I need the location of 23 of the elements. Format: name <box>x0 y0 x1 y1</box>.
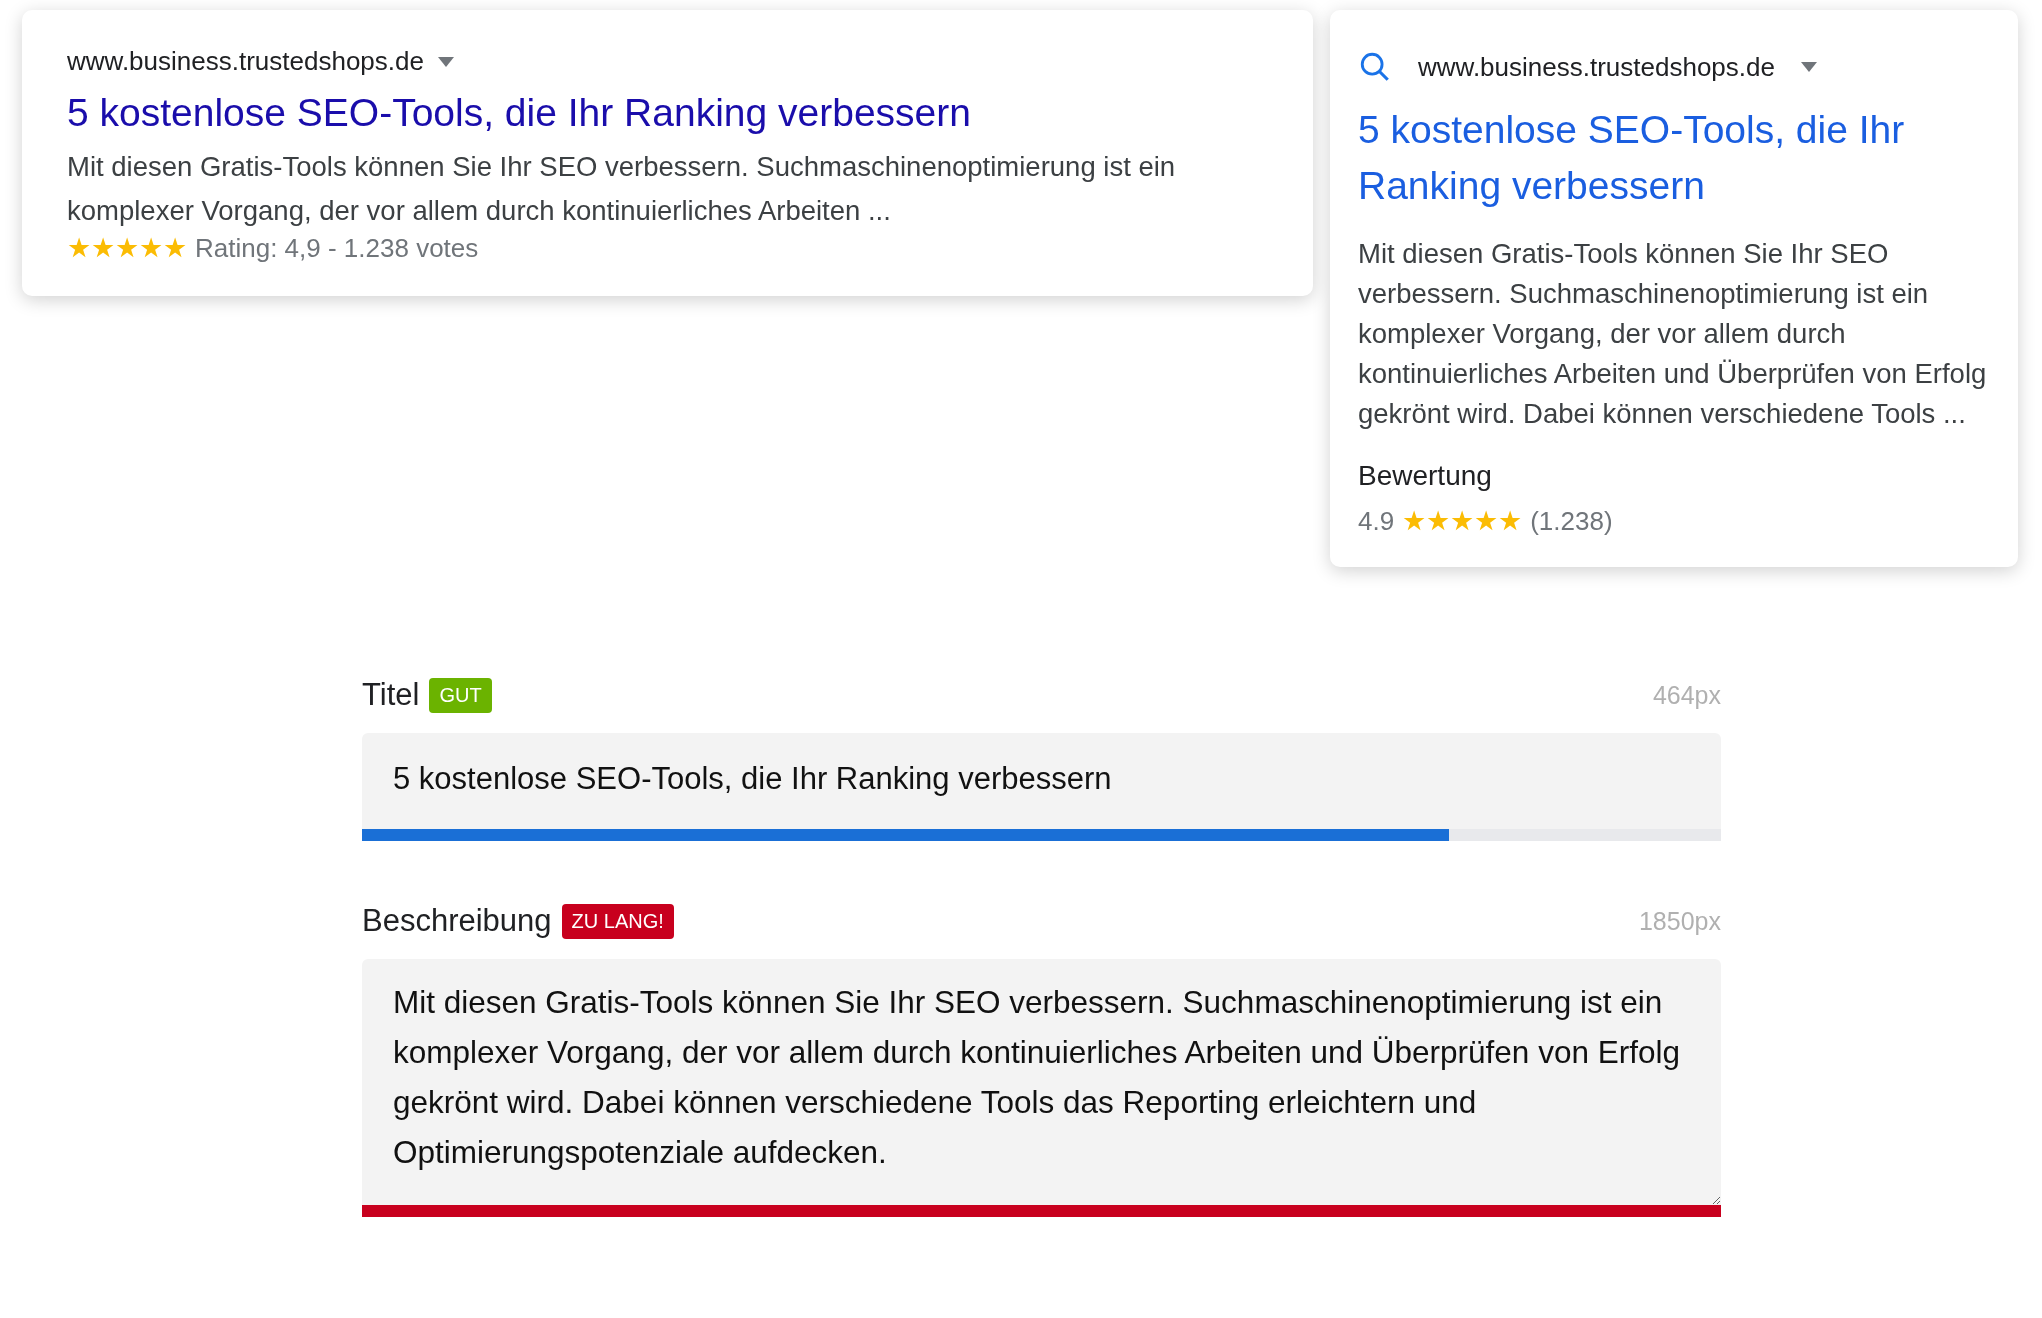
pixel-width: 464px <box>1652 680 1721 710</box>
search-icon <box>1358 50 1392 84</box>
caret-icon[interactable] <box>437 56 454 67</box>
field-label: Titel <box>362 677 420 713</box>
rating-score: 4.9 <box>1358 506 1395 537</box>
caret-icon[interactable] <box>1800 62 1817 72</box>
field-label: Beschreibung <box>362 903 552 939</box>
result-title-link[interactable]: 5 kostenlose SEO-Tools, die Ihr Ranking verbessern <box>1358 102 1990 214</box>
rating-text: Rating: 4,9 - 1.238 votes <box>195 233 479 264</box>
status-badge: ZU LANG! <box>561 903 674 939</box>
result-url: www.business.trustedshops.de <box>1418 51 1775 83</box>
star-rating: ★★★★★ <box>1402 508 1523 535</box>
star-rating: ★★★★★ <box>67 235 187 262</box>
description-field[interactable]: Mit diesen Gratis-Tools können Sie Ihr SEO verbessern. Suchmaschinenoptimierung ist ein komplexer Vorgang, der vor allem durch kontinuierliches Arbeiten und Überprüfen von Erfolg gekrönt wird. Dabei können verschiedene Tools das Reporting erleichtern und Optimierungspotenziale aufdecken. <box>362 959 1721 1205</box>
rating-label: Bewertung <box>1358 460 1493 492</box>
result-url: www.business.trustedshops.de <box>67 46 424 77</box>
result-snippet: Mit diesen Gratis-Tools können Sie Ihr SEO verbessern. Suchmaschinenoptimierung ist ein komplexer Vorgang, der vor allem durch kontinuierliches Arbeiten und Überprüfen von Erfolg gekrönt wird. Dabei können verschiedene Tools ... <box>1358 237 1988 431</box>
result-title-link[interactable]: 5 kostenlose SEO-Tools, die Ihr Ranking verbessern <box>67 89 1268 137</box>
pixel-width: 1850px <box>1638 906 1721 936</box>
rating-count: (1.238) <box>1530 506 1613 537</box>
status-badge: GUT <box>429 677 492 713</box>
title-field[interactable]: 5 kostenlose SEO-Tools, die Ihr Ranking verbessern <box>362 733 1721 829</box>
result-snippet: Mit diesen Gratis-Tools können Sie Ihr SEO verbessern. Suchmaschinenoptimierung ist ein komplexer Vorgang, der vor allem durch kontinuierliches Arbeiten ... <box>67 150 1177 228</box>
